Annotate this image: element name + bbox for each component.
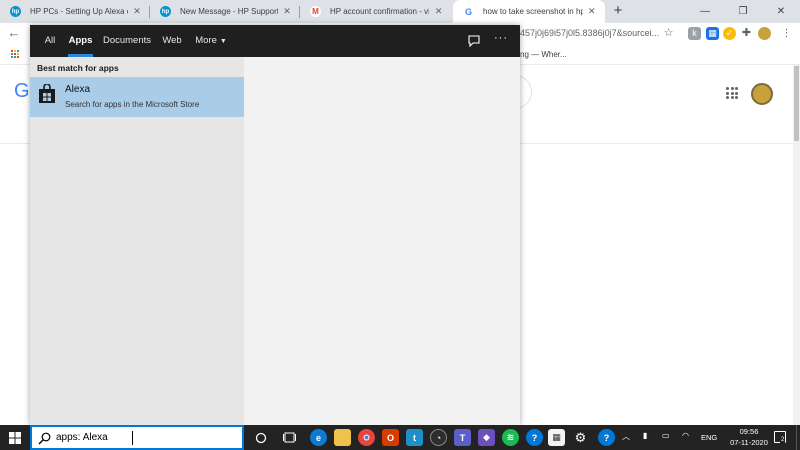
scrollbar-thumb[interactable]	[794, 66, 799, 141]
menu-dots-icon[interactable]: ⋮	[780, 27, 793, 40]
minimize-icon[interactable]: —	[686, 0, 724, 23]
help-icon[interactable]: ?	[526, 429, 543, 446]
hp-icon: hp	[160, 6, 171, 17]
tab-title: how to take screenshot in hp lap	[483, 7, 583, 16]
twitter-icon[interactable]: t	[406, 429, 423, 446]
tab-title: New Message - HP Support Com	[180, 7, 279, 16]
google-apps-icon[interactable]	[726, 87, 738, 99]
bookmark-star-icon[interactable]: ☆	[662, 27, 675, 40]
notification-count-badge: 2	[780, 437, 786, 443]
browser-tab[interactable]: M HP account confirmation - visva ✕	[300, 0, 452, 23]
microphone-icon[interactable]: ▮	[643, 431, 647, 440]
language-indicator[interactable]: ENG	[701, 433, 717, 442]
new-tab-icon[interactable]: +	[610, 3, 626, 19]
result-preview-pane	[244, 57, 520, 425]
tab-more[interactable]: More ▼	[192, 25, 230, 57]
windows-logo-icon	[9, 431, 21, 444]
microsoft-store-icon	[39, 84, 55, 103]
taskbar: apps: Alexa e O t ◔ T ◆ ≋ ? ▦ ⚙ ? ︿ ▮ ▭ …	[0, 425, 800, 450]
search-filter-tabs: All Apps Documents Web More ▼ ···	[30, 25, 520, 57]
feedback-icon[interactable]	[467, 34, 481, 48]
search-results-list: Best match for apps Alexa Search for app…	[30, 57, 244, 425]
result-title: Alexa	[65, 84, 91, 95]
clock-date[interactable]: 07-11-2020	[724, 438, 774, 447]
back-arrow-icon[interactable]: ←	[6, 25, 22, 43]
settings-icon[interactable]: ⚙	[572, 429, 589, 446]
hp-icon: hp	[10, 6, 21, 17]
task-view-icon[interactable]	[281, 429, 298, 446]
tab-all[interactable]: All	[40, 25, 60, 57]
file-explorer-icon[interactable]	[334, 429, 351, 446]
cortana-icon[interactable]	[252, 429, 269, 446]
teams-icon[interactable]: T	[454, 429, 471, 446]
spotify-icon[interactable]: ≋	[502, 429, 519, 446]
avatar[interactable]	[751, 83, 773, 105]
browser-tab[interactable]: hp HP PCs - Setting Up Alexa on Wi ✕	[0, 0, 150, 23]
wifi-icon[interactable]: ◠	[682, 431, 689, 440]
apps-grid-icon[interactable]	[11, 50, 20, 59]
extension-icon[interactable]: k	[688, 27, 701, 40]
puzzle-icon[interactable]: ✚	[740, 27, 753, 40]
google-icon: G	[463, 6, 474, 17]
tab-web[interactable]: Web	[160, 25, 184, 57]
tab-more-label: More	[195, 35, 217, 46]
tab-documents[interactable]: Documents	[102, 25, 152, 57]
best-match-heading: Best match for apps	[37, 63, 119, 73]
close-window-icon[interactable]: ✕	[762, 0, 800, 23]
search-icon	[38, 432, 51, 445]
close-icon[interactable]: ✕	[433, 6, 444, 17]
speedometer-icon[interactable]: ◔	[430, 429, 447, 446]
help-icon[interactable]: ?	[598, 429, 615, 446]
result-subtitle: Search for apps in the Microsoft Store	[65, 100, 200, 109]
clock-time[interactable]: 09:56	[734, 427, 764, 436]
windows-search-panel: All Apps Documents Web More ▼ ··· Best ma…	[30, 25, 520, 425]
gaming-icon[interactable]: ◆	[478, 429, 495, 446]
start-button[interactable]	[0, 425, 30, 450]
battery-icon[interactable]: ▭	[662, 431, 670, 440]
more-options-icon[interactable]: ···	[494, 32, 508, 44]
chevron-up-icon[interactable]: ︿	[622, 431, 630, 442]
bookmark-item[interactable]: ng — Wher...	[520, 50, 567, 59]
text-caret	[132, 431, 133, 445]
profile-avatar[interactable]	[758, 27, 771, 40]
extension-icon[interactable]: ✓	[723, 27, 736, 40]
chevron-down-icon: ▼	[219, 38, 227, 45]
browser-tab-active[interactable]: G how to take screenshot in hp lap ✕	[453, 0, 605, 23]
google-logo[interactable]: G	[14, 80, 30, 103]
gmail-icon: M	[310, 6, 321, 17]
show-desktop-button[interactable]	[796, 425, 800, 450]
tab-title: HP PCs - Setting Up Alexa on Wi	[30, 7, 128, 16]
search-result-alexa[interactable]: Alexa Search for apps in the Microsoft S…	[30, 77, 244, 117]
store-icon[interactable]: ▦	[548, 429, 565, 446]
taskbar-search-box[interactable]: apps: Alexa	[30, 425, 244, 450]
tab-apps[interactable]: Apps	[68, 25, 93, 57]
close-icon[interactable]: ✕	[587, 6, 597, 17]
office-icon[interactable]: O	[382, 429, 399, 446]
edge-icon[interactable]: e	[310, 429, 327, 446]
tab-title: HP account confirmation - visva	[330, 7, 430, 16]
chrome-icon[interactable]	[358, 429, 375, 446]
search-input[interactable]: apps: Alexa	[56, 432, 108, 443]
close-icon[interactable]: ✕	[282, 6, 292, 17]
extension-icon[interactable]: ▦	[706, 27, 719, 40]
browser-tab-strip: hp HP PCs - Setting Up Alexa on Wi ✕ hp …	[0, 0, 800, 23]
browser-tab[interactable]: hp New Message - HP Support Com ✕	[150, 0, 300, 23]
address-bar-text[interactable]: 457j0j69i57j0l5.8386j0j7&sourcei...	[520, 28, 659, 38]
restore-icon[interactable]: ❐	[724, 0, 762, 23]
close-icon[interactable]: ✕	[132, 6, 142, 17]
